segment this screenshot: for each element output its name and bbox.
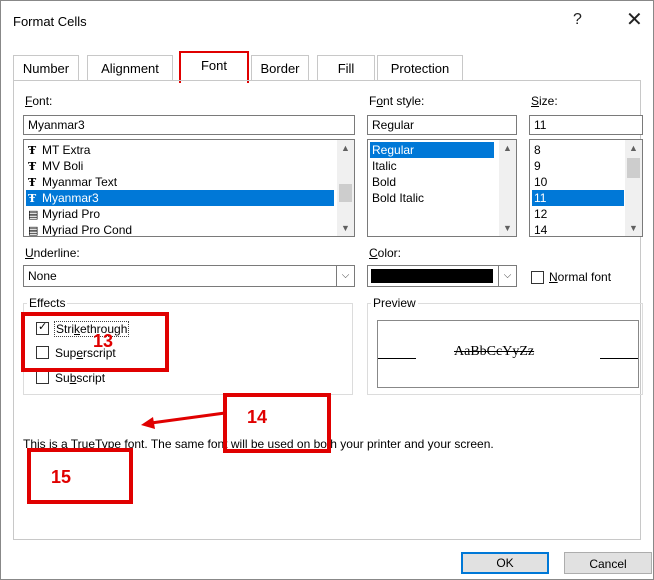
font-list-item[interactable]: Ŧ Myanmar Text — [26, 174, 334, 190]
scroll-thumb[interactable] — [339, 184, 352, 202]
font-listbox[interactable]: Ŧ MT Extra Ŧ MV Boli Ŧ Myanmar Text Ŧ Myanma… — [23, 139, 355, 237]
scroll-thumb[interactable] — [627, 158, 640, 178]
font-label-rest: ont: — [32, 94, 53, 108]
annotation-number-15: 15 — [51, 467, 72, 487]
printer-font-icon: ▤ — [28, 208, 39, 221]
size-item[interactable]: 10 — [532, 174, 624, 190]
size-item[interactable]: 12 — [532, 206, 624, 222]
font-list-item[interactable]: Ŧ MV Boli — [26, 158, 334, 174]
tab-border[interactable]: Border — [251, 55, 309, 80]
truetype-font-icon: Ŧ — [28, 192, 37, 205]
font-style-item[interactable]: Italic — [370, 158, 494, 174]
size-item[interactable]: 14 — [532, 222, 624, 236]
preview-legend: Preview — [371, 296, 418, 310]
size-item-selected[interactable]: 11 — [532, 190, 624, 206]
preview-baseline-right — [600, 358, 638, 359]
subscript-label[interactable]: Subscript — [55, 371, 105, 385]
tab-alignment[interactable]: Alignment — [87, 55, 173, 80]
truetype-font-icon: Ŧ — [28, 160, 37, 173]
font-style-item[interactable]: Bold — [370, 174, 494, 190]
normal-font-checkbox[interactable] — [531, 271, 544, 284]
font-label: Font: — [25, 94, 53, 108]
color-label: Color: — [369, 246, 402, 260]
annotation-number-14: 14 — [247, 407, 268, 427]
size-item[interactable]: 9 — [532, 158, 624, 174]
tab-protection[interactable]: Protection — [377, 55, 463, 80]
scroll-up-icon[interactable]: ▲ — [337, 140, 354, 156]
effects-legend: Effects — [27, 296, 68, 310]
color-swatch — [371, 269, 493, 283]
scroll-down-icon[interactable]: ▼ — [625, 220, 642, 236]
font-style-input[interactable]: Regular — [367, 115, 517, 135]
truetype-font-icon: Ŧ — [28, 176, 37, 189]
help-button[interactable]: ? — [573, 11, 582, 29]
underline-value: None — [28, 269, 57, 283]
font-style-item-selected[interactable]: Regular — [370, 142, 494, 158]
annotation-box-14 — [223, 393, 331, 453]
preview-box: AaBbCcYyZz — [377, 320, 639, 388]
font-style-item[interactable]: Bold Italic — [370, 190, 494, 206]
annotation-box-15 — [27, 448, 133, 504]
cancel-button[interactable]: Cancel — [564, 552, 652, 574]
truetype-font-icon: Ŧ — [28, 144, 37, 157]
title-bar: Format Cells ? ✕ — [1, 1, 653, 41]
font-style-listbox[interactable]: Regular Italic Bold Bold Italic ▲ ▼ — [367, 139, 517, 237]
font-input[interactable]: Myanmar3 — [23, 115, 355, 135]
scroll-down-icon[interactable]: ▼ — [337, 220, 354, 236]
subscript-checkbox[interactable] — [36, 371, 49, 384]
annotation-arrow-icon — [141, 411, 226, 429]
close-button[interactable]: ✕ — [626, 7, 643, 32]
size-input[interactable]: 11 — [529, 115, 643, 135]
annotation-number-13: 13 — [93, 331, 114, 351]
dialog-title: Format Cells — [13, 14, 87, 29]
font-list-item[interactable]: ▤ Myriad Pro — [26, 206, 334, 222]
font-list-item-selected[interactable]: Ŧ Myanmar3 — [26, 190, 334, 206]
preview-baseline-left — [378, 358, 416, 359]
normal-font-label[interactable]: Normal font — [549, 270, 611, 284]
size-label: Size: — [531, 94, 558, 108]
color-dropdown[interactable]: ⌵ — [367, 265, 517, 287]
chevron-down-icon[interactable]: ⌵ — [336, 266, 354, 286]
tab-font[interactable]: Font — [179, 51, 249, 83]
size-item[interactable]: 8 — [532, 142, 624, 158]
ok-button[interactable]: OK — [461, 552, 549, 574]
font-style-label: Font style: — [369, 94, 425, 108]
underline-dropdown[interactable]: None ⌵ — [23, 265, 355, 287]
size-scrollbar[interactable]: ▲ ▼ — [625, 140, 642, 236]
chevron-down-icon[interactable]: ⌵ — [498, 266, 516, 286]
tab-fill[interactable]: Fill — [317, 55, 375, 80]
scroll-up-icon[interactable]: ▲ — [625, 140, 642, 156]
scroll-up-icon[interactable]: ▲ — [499, 140, 516, 156]
underline-label: Underline: — [25, 246, 80, 260]
tab-number[interactable]: Number — [13, 55, 79, 80]
printer-font-icon: ▤ — [28, 224, 39, 237]
font-style-scrollbar[interactable]: ▲ ▼ — [499, 140, 516, 236]
font-list-item[interactable]: Ŧ MT Extra — [26, 142, 334, 158]
preview-sample-text: AaBbCcYyZz — [454, 344, 535, 359]
size-listbox[interactable]: 8 9 10 11 12 14 ▲ ▼ — [529, 139, 643, 237]
font-list-scrollbar[interactable]: ▲ ▼ — [337, 140, 354, 236]
font-list-item[interactable]: ▤ Myriad Pro Cond — [26, 222, 334, 237]
format-cells-dialog: Format Cells ? ✕ Number Alignment Font B… — [0, 0, 654, 580]
scroll-down-icon[interactable]: ▼ — [499, 220, 516, 236]
